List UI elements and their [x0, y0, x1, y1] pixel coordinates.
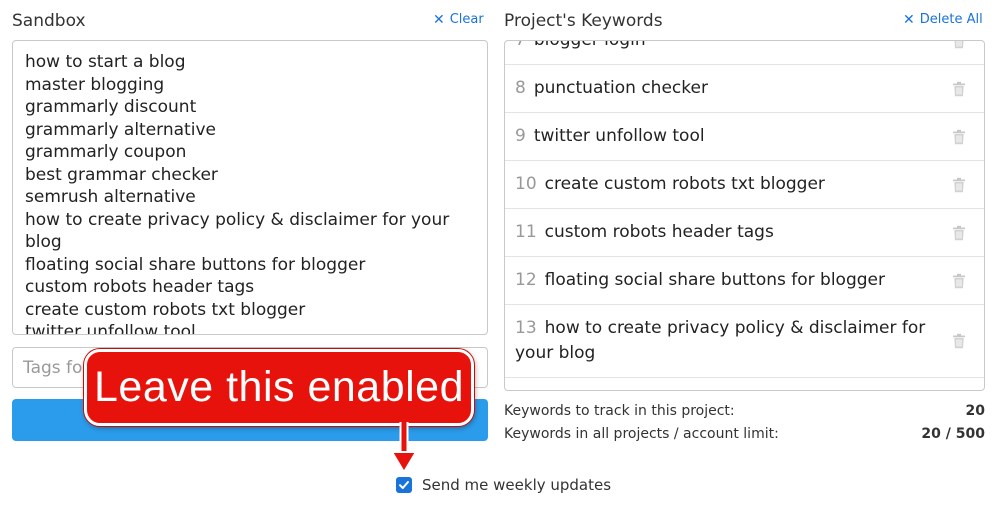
delete-all-button[interactable]: ✕ Delete All: [903, 12, 983, 27]
callout-annotation: Leave this enabled: [84, 349, 474, 426]
trash-icon[interactable]: [952, 273, 966, 289]
keyword-row: 7 blogger login: [505, 40, 984, 65]
sandbox-line: create custom robots txt blogger: [25, 299, 306, 320]
keyword-text: blogger login: [533, 40, 646, 50]
weekly-updates-option[interactable]: Send me weekly updates: [396, 476, 611, 494]
trash-icon[interactable]: [952, 81, 966, 97]
sandbox-line: semrush alternative: [25, 187, 196, 207]
keyword-row: 14semrush alternative: [505, 378, 984, 390]
keyword-text: how to create privacy policy & disclaime…: [515, 318, 926, 363]
sandbox-line: how to start a blog: [25, 52, 186, 72]
limit-value: 20 / 500: [921, 426, 985, 442]
callout-arrow: [390, 422, 418, 474]
keyword-number: 10: [515, 174, 537, 194]
keyword-number: 9: [515, 126, 526, 146]
sandbox-line: how to create privacy policy & disclaime…: [25, 209, 450, 230]
weekly-updates-checkbox[interactable]: [396, 477, 412, 493]
keyword-row: 11 custom robots header tags: [505, 209, 984, 257]
sandbox-line: custom robots header tags: [25, 277, 255, 297]
callout-text: Leave this enabled: [93, 363, 464, 411]
keywords-list-inner: 7 blogger login 8 punctuation checker 9 twitt…: [505, 40, 984, 390]
track-stat: Keywords to track in this project: 20: [504, 403, 985, 419]
keyword-text: create custom robots txt blogger: [544, 174, 825, 194]
sandbox-line: grammarly discount: [25, 97, 197, 117]
sandbox-line: floating social share buttons for blogge…: [25, 254, 366, 275]
sandbox-title: Sandbox: [12, 11, 86, 31]
keyword-row: 8 punctuation checker: [505, 65, 984, 113]
keyword-text: twitter unfollow tool: [533, 126, 705, 146]
checkmark-icon: [399, 481, 409, 489]
track-label: Keywords to track in this project:: [504, 403, 735, 419]
keyword-text: custom robots header tags: [544, 222, 774, 242]
trash-icon[interactable]: [952, 333, 966, 349]
clear-label: Clear: [449, 12, 484, 27]
close-icon: ✕: [903, 11, 915, 28]
keywords-title: Project's Keywords: [504, 11, 663, 31]
trash-icon[interactable]: [952, 129, 966, 145]
sandbox-line: best grammar checker: [25, 164, 218, 185]
keyword-row: 12 floating social share buttons for blog…: [505, 257, 984, 305]
delete-all-label: Delete All: [919, 12, 983, 27]
sandbox-lines: how to start a blog master blogging gramma…: [13, 41, 487, 335]
sandbox-line: grammarly coupon: [25, 142, 187, 162]
trash-icon[interactable]: [952, 177, 966, 193]
keyword-number: 8: [515, 78, 526, 98]
weekly-updates-label: Send me weekly updates: [422, 476, 612, 494]
track-value: 20: [965, 403, 985, 419]
sandbox-line: blog: [25, 232, 62, 252]
keyword-row: 13 how to create privacy policy & disclai…: [505, 305, 984, 378]
limit-label: Keywords in all projects / account limit…: [504, 426, 779, 442]
keywords-list[interactable]: 7 blogger login 8 punctuation checker 9 twitt…: [504, 40, 985, 391]
limit-stat: Keywords in all projects / account limit…: [504, 426, 985, 442]
sandbox-line: master blogging: [25, 74, 165, 95]
close-icon: ✕: [433, 11, 445, 28]
keyword-row: 10 create custom robots txt blogger: [505, 161, 984, 209]
clear-button[interactable]: ✕ Clear: [433, 12, 484, 27]
trash-icon[interactable]: [952, 40, 966, 49]
keyword-number: 7: [515, 40, 526, 50]
keyword-text: punctuation checker: [533, 78, 708, 98]
sandbox-line: twitter unfollow tool: [25, 322, 196, 335]
sandbox-line: grammarly alternative: [25, 119, 216, 140]
keyword-row: 9 twitter unfollow tool: [505, 113, 984, 161]
keyword-number: 11: [515, 222, 537, 242]
keyword-text: floating social share buttons for blogge…: [544, 270, 885, 290]
sandbox-textarea[interactable]: how to start a blog master blogging gramma…: [12, 40, 488, 335]
trash-icon[interactable]: [952, 225, 966, 241]
keyword-number: 13: [515, 318, 537, 338]
keyword-number: 12: [515, 270, 537, 290]
